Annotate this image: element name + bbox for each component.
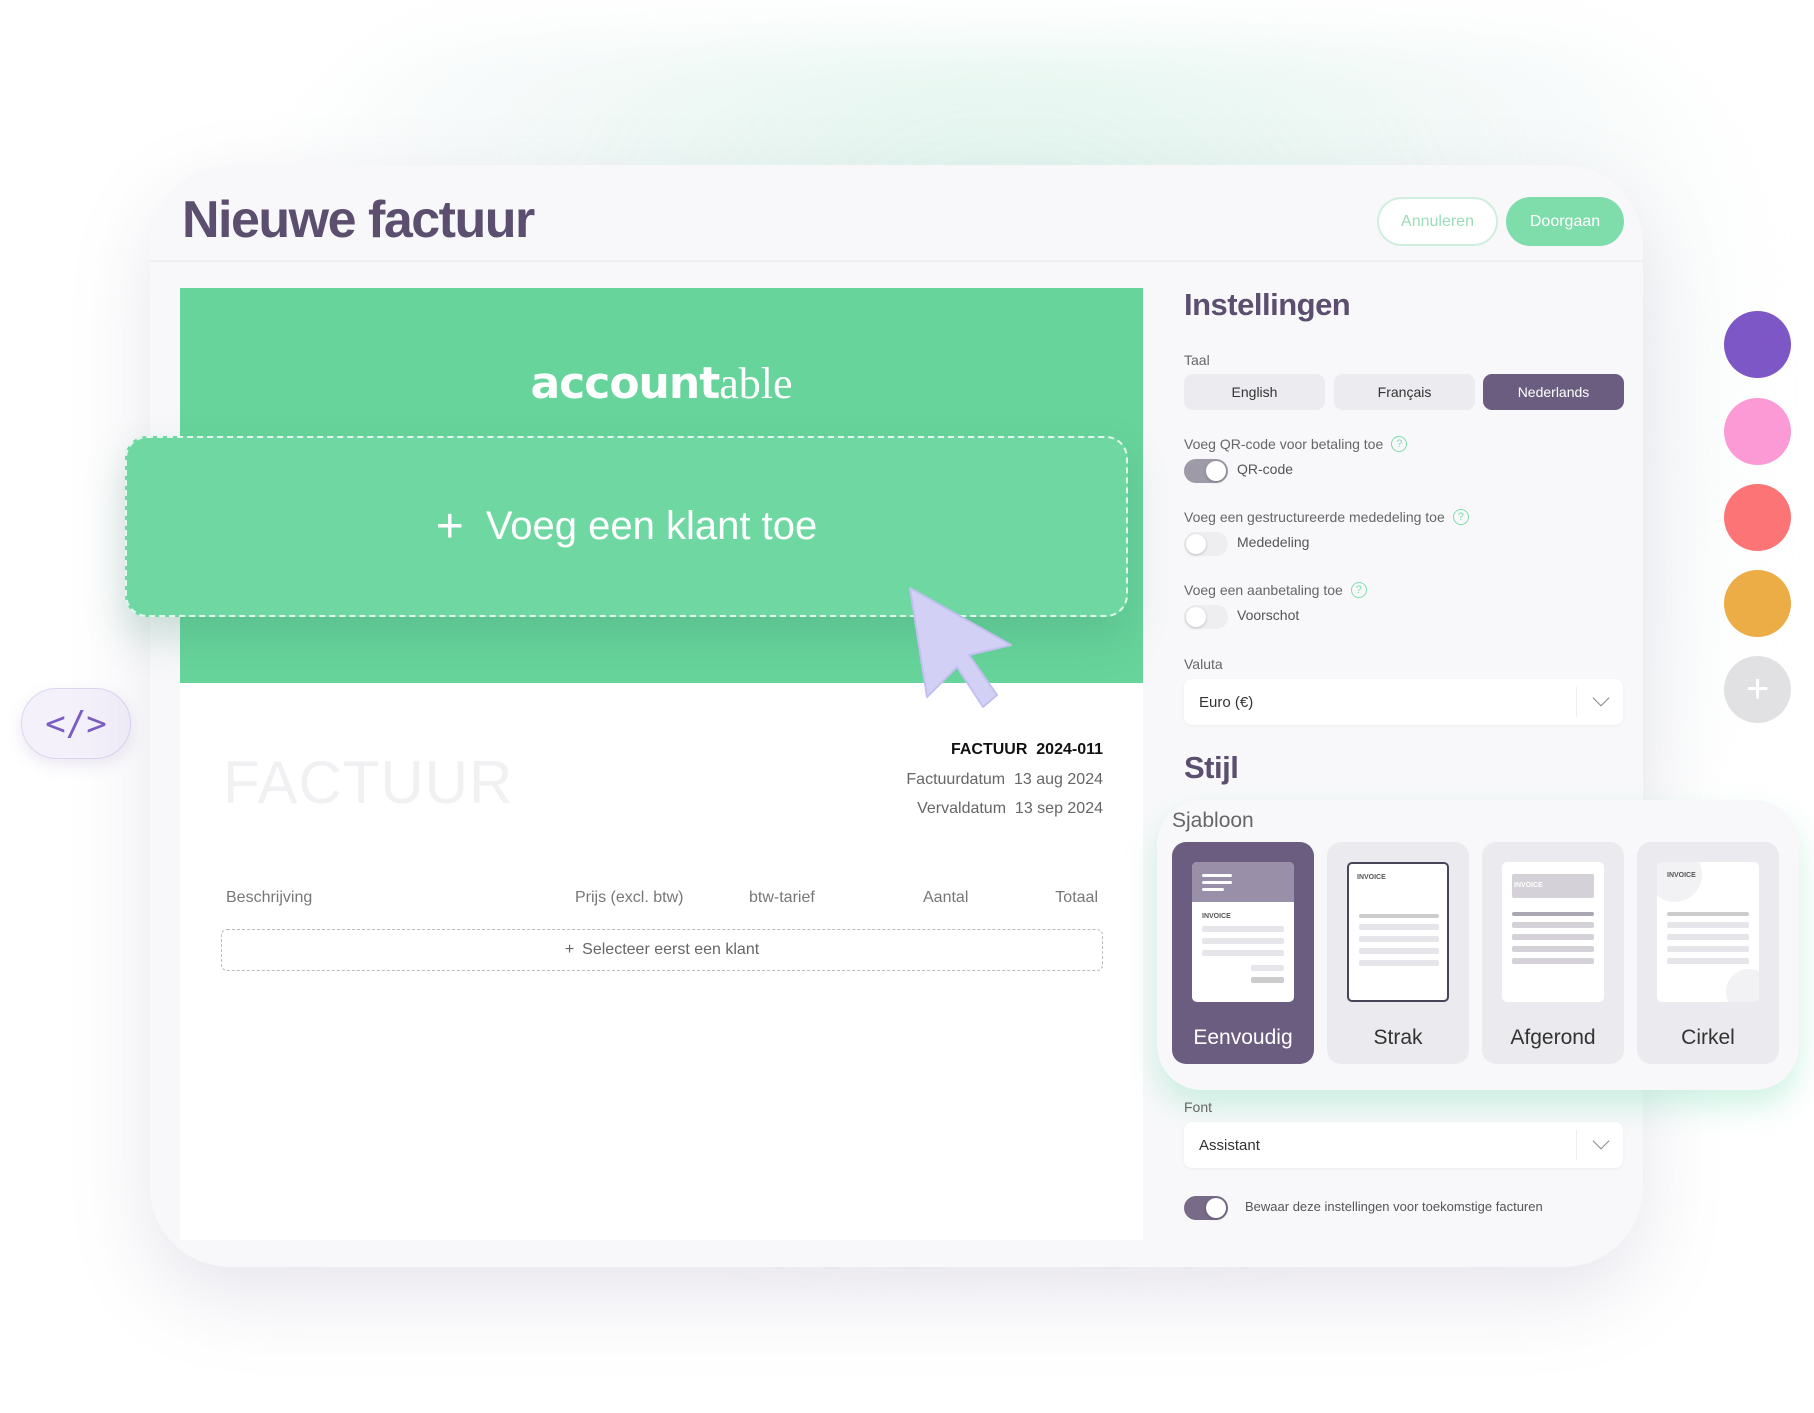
chevron-down-icon: [1592, 689, 1610, 707]
col-description: Beschrijving: [226, 889, 313, 906]
template-name: Strak: [1373, 1026, 1423, 1049]
add-color-button[interactable]: +: [1724, 656, 1791, 723]
col-total: Totaal: [1055, 889, 1098, 906]
code-embed-button[interactable]: </>: [21, 688, 131, 759]
color-swatch-purple[interactable]: [1724, 311, 1791, 378]
deposit-toggle[interactable]: [1184, 605, 1228, 629]
col-vat: btw-tarief: [749, 889, 815, 906]
color-swatch-pink[interactable]: [1724, 398, 1791, 465]
invoice-date: Factuurdatum 13 aug 2024: [906, 771, 1103, 788]
code-icon: </>: [45, 703, 107, 744]
invoice-watermark: FACTUUR: [223, 749, 514, 816]
page-title: Nieuwe factuur: [182, 191, 535, 249]
language-label: Taal: [1184, 352, 1210, 368]
qr-toggle[interactable]: [1184, 459, 1228, 483]
structured-message-label: Voeg een gestructureerde mededeling toe?: [1184, 509, 1469, 525]
invoice-due-date: Vervaldatum 13 sep 2024: [917, 800, 1103, 817]
template-name: Eenvoudig: [1193, 1026, 1293, 1049]
currency-value: Euro (€): [1199, 693, 1254, 711]
help-icon[interactable]: ?: [1391, 436, 1408, 452]
header-divider: [150, 260, 1643, 262]
template-thumbnail: INVOICE: [1192, 862, 1294, 1002]
plus-icon: +: [435, 500, 464, 553]
color-swatch-red[interactable]: [1724, 484, 1791, 551]
template-thumbnail: INVOICE: [1347, 862, 1449, 1002]
font-value: Assistant: [1199, 1136, 1260, 1154]
qr-toggle-label: QR-code: [1237, 461, 1294, 477]
font-select[interactable]: Assistant: [1184, 1122, 1623, 1168]
structured-message-toggle-label: Mededeling: [1237, 534, 1310, 550]
template-strak[interactable]: INVOICE Strak: [1327, 842, 1469, 1064]
template-thumbnail: INVOICE: [1502, 862, 1604, 1002]
font-label: Font: [1184, 1099, 1213, 1115]
company-logo: accountable: [180, 358, 1143, 409]
help-icon[interactable]: ?: [1452, 509, 1469, 525]
chevron-down-icon: [1592, 1132, 1610, 1150]
language-french[interactable]: Français: [1334, 374, 1475, 410]
currency-label: Valuta: [1184, 656, 1223, 672]
plus-icon: +: [1745, 667, 1770, 711]
plus-icon: +: [564, 941, 575, 958]
col-quantity: Aantal: [923, 889, 969, 906]
qr-label: Voeg QR-code voor betaling toe?: [1184, 436, 1408, 452]
add-client-label: Voeg een klant toe: [485, 504, 818, 548]
language-english[interactable]: English: [1184, 374, 1325, 410]
template-eenvoudig[interactable]: INVOICE Eenvoudig: [1172, 842, 1314, 1064]
col-price: Prijs (excl. btw): [575, 889, 684, 906]
template-thumbnail: INVOICE: [1657, 862, 1759, 1002]
template-name: Cirkel: [1681, 1026, 1735, 1049]
add-line-label: Selecteer eerst een klant: [582, 941, 760, 958]
currency-select[interactable]: Euro (€): [1184, 679, 1623, 725]
template-label: Sjabloon: [1172, 809, 1254, 832]
continue-button[interactable]: Doorgaan: [1506, 197, 1624, 246]
template-name: Afgerond: [1510, 1026, 1596, 1049]
help-icon[interactable]: ?: [1350, 582, 1367, 598]
logo-text-tail: able: [719, 359, 793, 408]
invoice-number: FACTUUR 2024-011: [950, 741, 1103, 758]
color-swatch-orange[interactable]: [1724, 570, 1791, 637]
style-title: Stijl: [1184, 750, 1239, 785]
logo-text-main: account: [530, 358, 720, 409]
template-afgerond[interactable]: INVOICE Afgerond: [1482, 842, 1624, 1064]
deposit-toggle-label: Voorschot: [1237, 607, 1300, 623]
cancel-button[interactable]: Annuleren: [1377, 197, 1498, 246]
structured-message-toggle[interactable]: [1184, 532, 1228, 556]
add-line-button[interactable]: + Selecteer eerst een klant: [221, 929, 1103, 971]
save-settings-label: Bewaar deze instellingen voor toekomstig…: [1245, 1199, 1543, 1214]
save-settings-toggle[interactable]: [1184, 1196, 1228, 1220]
language-dutch[interactable]: Nederlands: [1483, 374, 1624, 410]
settings-title: Instellingen: [1184, 287, 1351, 322]
deposit-label: Voeg een aanbetaling toe?: [1184, 582, 1367, 598]
mouse-pointer-icon: [909, 587, 1012, 708]
template-cirkel[interactable]: INVOICE Cirkel: [1637, 842, 1779, 1064]
